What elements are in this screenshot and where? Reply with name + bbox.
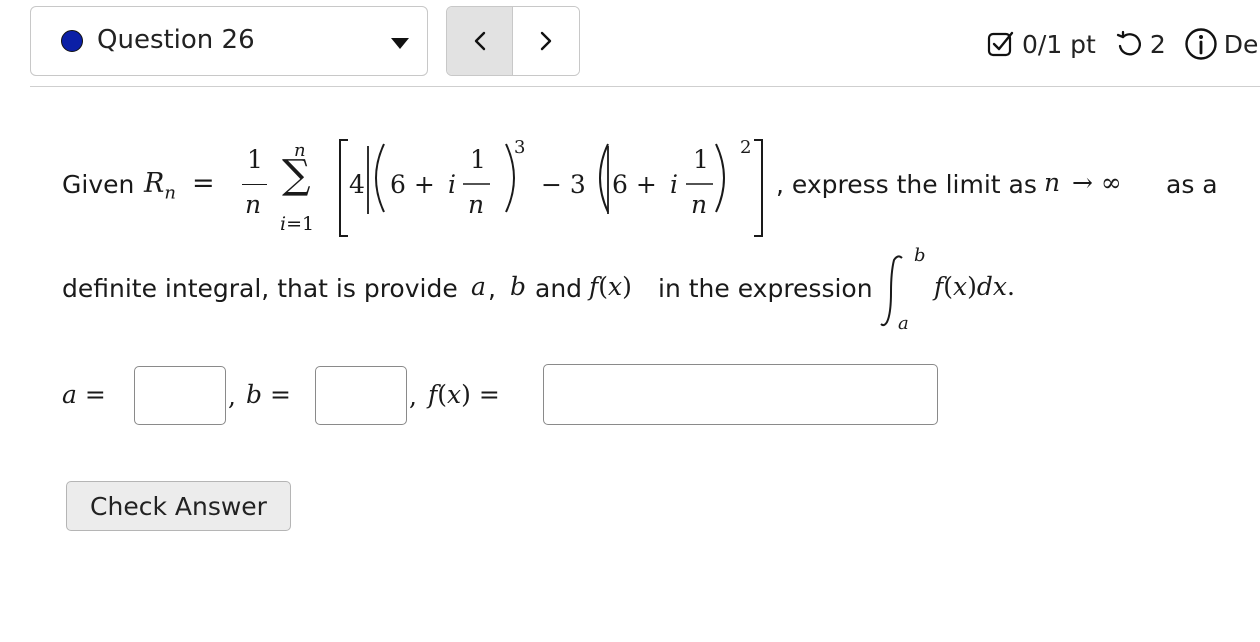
- header-divider: [30, 86, 1260, 87]
- question-text-in-expression: in the expression: [658, 274, 873, 303]
- question-text-and: and: [535, 274, 583, 303]
- math-inner-num-1: 1: [470, 145, 486, 174]
- question-status: 0/1 pt 2 De: [986, 26, 1258, 62]
- math-coef-4: 4: [349, 170, 365, 199]
- math-equals: =: [192, 168, 215, 199]
- math-n-limit: n: [1044, 168, 1061, 197]
- math-inner-den-1: n: [468, 190, 485, 219]
- answer-b-input[interactable]: [315, 366, 407, 425]
- math-R: Rn: [144, 168, 176, 204]
- answer-a-input[interactable]: [134, 366, 226, 425]
- retries-count: 2: [1149, 29, 1166, 59]
- math-sum-lower: i=1: [280, 213, 315, 235]
- question-text-line2: definite integral, that is provide: [62, 274, 458, 303]
- math-inner-den-2: n: [691, 190, 708, 219]
- question-text-given: Given: [62, 170, 135, 199]
- answer-comma-2: ,: [409, 382, 417, 411]
- math-integral-lower: a: [898, 313, 909, 334]
- math-frac-num: 1: [247, 145, 263, 174]
- math-integral-upper: b: [914, 245, 926, 266]
- question-label: Question 26: [97, 25, 255, 55]
- math-i-2: i: [670, 170, 678, 199]
- math-six-plus-1: 6 +: [390, 170, 435, 199]
- question-status-dot: [61, 30, 83, 52]
- question-text-as-a: as a: [1166, 170, 1218, 199]
- chevron-left-icon: [474, 31, 485, 51]
- math-var-b: b: [510, 272, 527, 301]
- math-exp-3: 3: [514, 137, 526, 158]
- answer-f-label: f(x) =: [428, 380, 500, 409]
- math-fx: f(x): [589, 272, 632, 301]
- math-sigma: ∑: [282, 152, 311, 198]
- info-icon[interactable]: [1184, 27, 1218, 61]
- next-question-button[interactable]: [513, 7, 579, 75]
- question-selector[interactable]: Question 26: [30, 6, 428, 76]
- math-inner-num-2: 1: [693, 145, 709, 174]
- question-text-express: , express the limit as: [776, 170, 1037, 199]
- math-frac-den: n: [245, 190, 262, 219]
- retry-icon: [1116, 30, 1141, 56]
- question-nav: [446, 6, 580, 76]
- math-integrand: f(x)dx.: [934, 272, 1015, 301]
- points-value: 0/1 pt: [1022, 29, 1096, 59]
- chevron-right-icon: [540, 31, 552, 51]
- math-exp-2: 2: [740, 137, 752, 158]
- math-var-a: a: [471, 272, 486, 301]
- answer-fx-input[interactable]: [543, 364, 938, 425]
- check-answer-button[interactable]: Check Answer: [66, 481, 291, 531]
- answer-a-label: a =: [62, 380, 106, 409]
- math-minus-3: − 3: [541, 170, 586, 199]
- previous-question-button[interactable]: [447, 7, 513, 75]
- details-link[interactable]: De: [1224, 30, 1259, 59]
- answer-comma-1: ,: [228, 382, 236, 411]
- checkbox-checked-icon: [987, 31, 1014, 57]
- math-six-plus-2: 6 +: [612, 170, 657, 199]
- math-i-1: i: [448, 170, 456, 199]
- caret-down-icon: [391, 38, 409, 49]
- math-arrow-infinity: → ∞: [1072, 168, 1122, 197]
- question-text-comma: ,: [488, 274, 496, 303]
- math-frac-bar: [242, 184, 267, 185]
- answer-b-label: b =: [246, 380, 291, 409]
